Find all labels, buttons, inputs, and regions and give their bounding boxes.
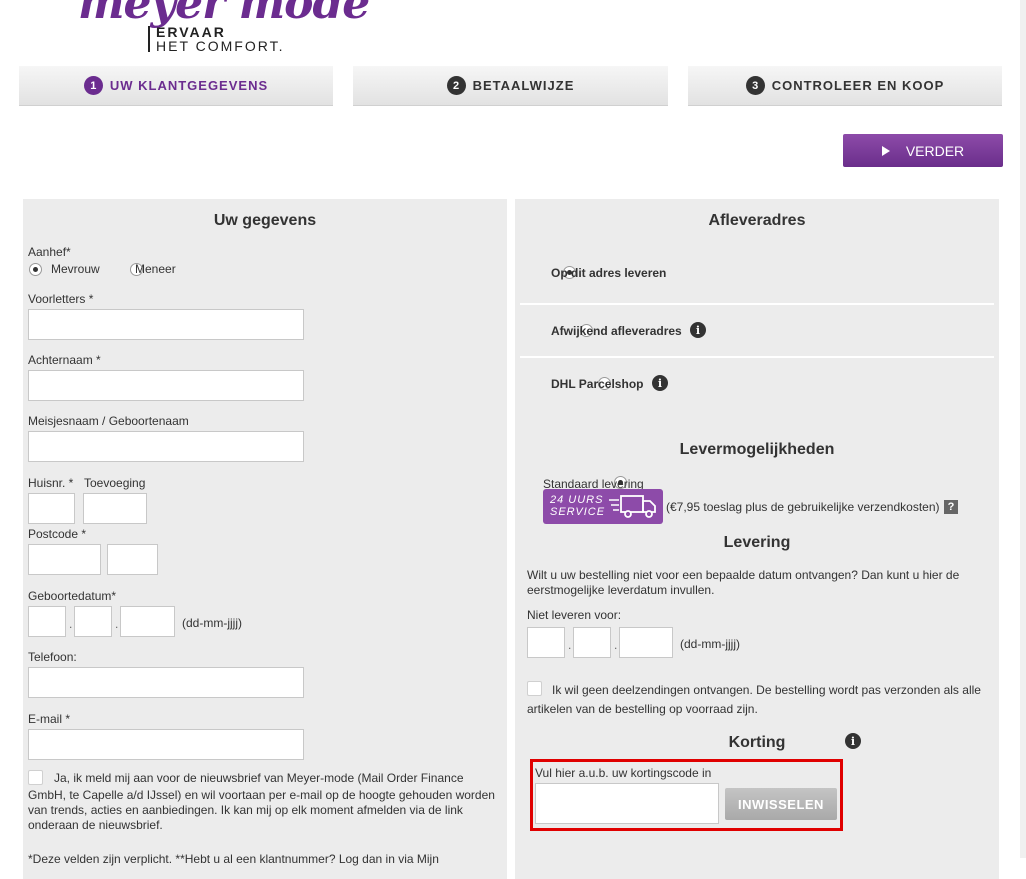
step-label: BETAALWIJZE: [472, 78, 575, 93]
date-separator: .: [115, 617, 119, 631]
step-betaalwijze[interactable]: 2 BETAALWIJZE: [353, 66, 668, 106]
leverdatum-year-input[interactable]: [619, 627, 673, 658]
required-footnote: *Deze velden zijn verplicht. **Hebt u al…: [28, 852, 439, 866]
levering-text: Wilt u uw bestelling niet voor een bepaa…: [527, 568, 960, 597]
date-format-hint: (dd-mm-jjjj): [182, 616, 242, 630]
postcode-digits-input[interactable]: [28, 544, 101, 575]
niet-leveren-label: Niet leveren voor:: [527, 608, 622, 622]
logo-divider: [148, 26, 150, 52]
step-controleer[interactable]: 3 CONTROLEER EN KOOP: [688, 66, 1002, 106]
verder-button[interactable]: VERDER: [843, 134, 1003, 167]
radio-mevrouw[interactable]: [29, 263, 42, 276]
meneer-label: Meneer: [135, 262, 176, 276]
korting-title: Korting: [728, 734, 786, 751]
telefoon-label: Telefoon:: [28, 650, 77, 664]
deelzendingen-text-line1: Ik wil geen deelzendingen ontvangen. De …: [552, 683, 981, 697]
help-icon[interactable]: ?: [944, 500, 958, 514]
date-separator: .: [568, 638, 572, 652]
truck-icon: [609, 495, 656, 518]
divider: [520, 356, 994, 358]
inwisselen-button[interactable]: INWISSELEN: [725, 788, 837, 820]
24-uurs-service-badge: 24 UURS SERVICE: [543, 489, 663, 524]
afleveradres-title: Afleveradres: [708, 212, 806, 229]
postcode-letters-input[interactable]: [107, 544, 158, 575]
newsletter-text: GmbH, te Capelle a/d IJssel) en wil voor…: [28, 788, 495, 832]
achternaam-label: Achternaam *: [28, 353, 101, 367]
step-klantgegevens[interactable]: 1 UW KLANTGEGEVENS: [19, 66, 333, 106]
leverdatum-day-input[interactable]: [527, 627, 565, 658]
date-separator: .: [69, 617, 73, 631]
scrollbar-track[interactable]: [1020, 0, 1026, 858]
newsletter-text-line1: Ja, ik meld mij aan voor de nieuwsbrief …: [54, 771, 464, 785]
deelzendingen-checkbox[interactable]: [527, 681, 542, 696]
step-number: 3: [745, 76, 765, 95]
email-label: E-mail *: [28, 712, 71, 726]
afwijkend-label: Afwijkend afleveradres: [551, 324, 682, 338]
voorletters-label: Voorletters *: [28, 292, 94, 306]
dhl-parcelshop-label: DHL Parcelshop: [551, 377, 644, 391]
info-icon[interactable]: i: [690, 322, 706, 338]
date-format-hint: (dd-mm-jjjj): [680, 637, 740, 651]
newsletter-checkbox[interactable]: [28, 770, 43, 785]
toevoeging-input[interactable]: [83, 493, 147, 524]
step-label: CONTROLEER EN KOOP: [771, 78, 945, 93]
email-input[interactable]: [28, 729, 304, 760]
huisnr-label: Huisnr. *: [28, 476, 74, 490]
postcode-label: Postcode *: [28, 527, 87, 541]
divider: [520, 303, 994, 305]
mevrouw-label: Mevrouw: [51, 262, 100, 276]
geboortedatum-month-input[interactable]: [74, 606, 112, 637]
op-dit-adres-label: Op dit adres leveren: [551, 266, 667, 280]
step-label: UW KLANTGEGEVENS: [109, 78, 269, 93]
huisnr-input[interactable]: [28, 493, 75, 524]
date-separator: .: [614, 638, 618, 652]
info-icon[interactable]: i: [845, 733, 861, 749]
leverdatum-month-input[interactable]: [573, 627, 611, 658]
play-icon: [881, 145, 890, 156]
brand-tagline-2: HET COMFORT.: [156, 38, 285, 54]
geboortedatum-day-input[interactable]: [28, 606, 66, 637]
aanhef-label: Aanhef*: [28, 245, 71, 259]
telefoon-input[interactable]: [28, 667, 304, 698]
voorletters-input[interactable]: [28, 309, 304, 340]
kortingscode-input[interactable]: [535, 783, 719, 824]
inwisselen-label: INWISSELEN: [738, 796, 824, 812]
step-number: 2: [446, 76, 466, 95]
toevoeging-label: Toevoeging: [84, 476, 146, 490]
meisjesnaam-label: Meisjesnaam / Geboortenaam: [28, 414, 189, 428]
verder-label: VERDER: [905, 142, 965, 159]
customer-details-title: Uw gegevens: [213, 212, 317, 229]
geboortedatum-label: Geboortedatum*: [28, 589, 117, 603]
korting-label: Vul hier a.u.b. uw kortingscode in: [535, 766, 712, 780]
meisjesnaam-input[interactable]: [28, 431, 304, 462]
levering-title: Levering: [723, 534, 791, 551]
levermogelijkheden-title: Levermogelijkheden: [679, 441, 835, 458]
info-icon[interactable]: i: [652, 375, 668, 391]
step-number: 1: [83, 76, 103, 95]
achternaam-input[interactable]: [28, 370, 304, 401]
deelzendingen-text-line2: artikelen van de bestelling op voorraad …: [527, 702, 758, 716]
geboortedatum-year-input[interactable]: [120, 606, 175, 637]
toeslag-text: (€7,95 toeslag plus de gebruikelijke ver…: [666, 500, 940, 514]
